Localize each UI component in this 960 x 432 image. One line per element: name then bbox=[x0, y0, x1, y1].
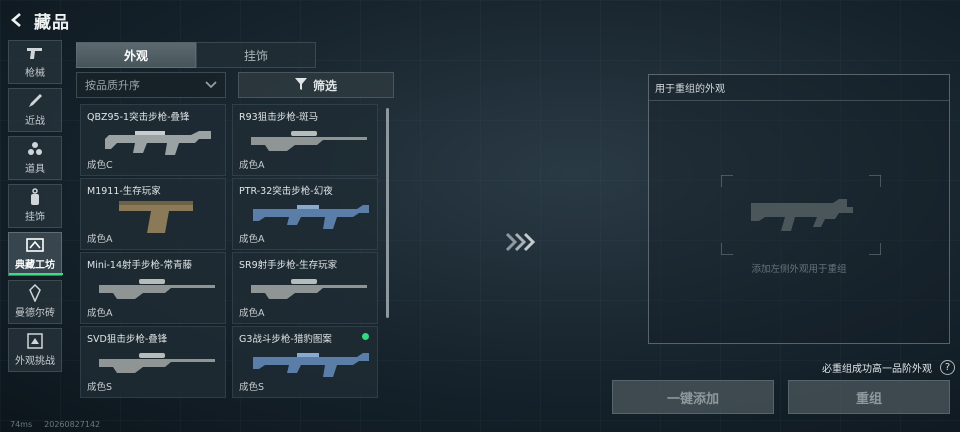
grenade-icon bbox=[26, 141, 44, 157]
sort-label: 按品质升序 bbox=[85, 79, 140, 92]
one-click-add-button[interactable]: 一键添加 bbox=[612, 380, 774, 414]
collection-item-card[interactable]: M1911-生存玩家 成色A bbox=[80, 178, 226, 250]
knife-icon bbox=[26, 93, 44, 109]
collection-item-card[interactable]: G3战斗步枪-猎豹图案 成色S bbox=[232, 326, 378, 398]
sort-dropdown[interactable]: 按品质升序 bbox=[76, 72, 226, 98]
item-grade: 成色A bbox=[239, 308, 265, 319]
panel-title: 用于重组的外观 bbox=[649, 75, 949, 101]
item-grade: 成色S bbox=[239, 382, 265, 393]
forward-arrows-icon bbox=[505, 232, 537, 252]
weapon-image bbox=[95, 121, 221, 161]
tab-bar: 外观 挂饰 bbox=[76, 42, 316, 68]
new-indicator-dot bbox=[362, 333, 369, 340]
weapon-image bbox=[247, 269, 373, 309]
nav-item-mandel-brick[interactable]: 曼德尔砖 bbox=[8, 280, 62, 324]
back-arrow-icon[interactable] bbox=[8, 11, 26, 29]
nav-item-melee[interactable]: 近战 bbox=[8, 88, 62, 132]
brick-icon bbox=[26, 284, 44, 302]
reforge-note: 必重组成功高一品阶外观 ? bbox=[822, 360, 955, 375]
category-nav: 枪械 近战 道具 挂饰 典藏工坊 曼德尔砖 外观挑战 bbox=[8, 40, 64, 376]
drop-slot[interactable] bbox=[720, 174, 882, 256]
weapon-image bbox=[95, 269, 221, 309]
item-grid: QBZ95-1突击步枪-叠锋 成色C R93狙击步枪-斑马 成色A M1911-生存玩家… bbox=[80, 104, 394, 432]
nav-item-challenge[interactable]: 外观挑战 bbox=[8, 328, 62, 372]
tab-appearance[interactable]: 外观 bbox=[76, 42, 196, 68]
filter-icon bbox=[294, 77, 307, 93]
nav-label: 近战 bbox=[25, 116, 45, 127]
collection-item-card[interactable]: SR9射手步枪-生存玩家 成色A bbox=[232, 252, 378, 324]
item-grade: 成色A bbox=[87, 308, 113, 319]
nav-item-workshop[interactable]: 典藏工坊 bbox=[8, 232, 63, 276]
help-icon[interactable]: ? bbox=[940, 360, 955, 375]
note-text: 必重组成功高一品阶外观 bbox=[822, 364, 932, 375]
charm-icon bbox=[26, 188, 44, 205]
item-grade: 成色S bbox=[87, 382, 113, 393]
weapon-image bbox=[95, 195, 221, 235]
status-bar: 74ms 20260827142 bbox=[10, 420, 100, 429]
header: 藏品 bbox=[8, 6, 70, 34]
ping-text: 74ms bbox=[10, 420, 33, 429]
challenge-icon bbox=[26, 333, 44, 349]
item-grade: 成色C bbox=[87, 160, 113, 171]
pistol-icon bbox=[26, 45, 44, 61]
item-grade: 成色A bbox=[239, 234, 265, 245]
workshop-icon bbox=[26, 237, 44, 253]
chevron-down-icon bbox=[205, 79, 217, 92]
item-grade: 成色A bbox=[87, 234, 113, 245]
reforge-panel: 用于重组的外观 添加左侧外观用于重组 bbox=[648, 74, 950, 344]
nav-label: 挂饰 bbox=[25, 212, 45, 223]
nav-item-charms[interactable]: 挂饰 bbox=[8, 184, 62, 228]
item-grade: 成色A bbox=[239, 160, 265, 171]
filter-button[interactable]: 筛选 bbox=[238, 72, 394, 98]
nav-label: 枪械 bbox=[25, 68, 45, 79]
panel-hint: 添加左侧外观用于重组 bbox=[751, 264, 847, 275]
collection-item-card[interactable]: SVD狙击步枪-叠锋 成色S bbox=[80, 326, 226, 398]
scrollbar[interactable] bbox=[386, 108, 389, 318]
nav-item-items[interactable]: 道具 bbox=[8, 136, 62, 180]
weapon-image bbox=[95, 343, 221, 383]
page-title: 藏品 bbox=[34, 12, 70, 33]
reforge-button[interactable]: 重组 bbox=[788, 380, 950, 414]
filter-label: 筛选 bbox=[312, 78, 337, 93]
active-indicator bbox=[9, 273, 63, 275]
weapon-image bbox=[247, 195, 373, 235]
weapon-image bbox=[247, 343, 373, 383]
weapon-image bbox=[247, 121, 373, 161]
nav-label: 曼德尔砖 bbox=[15, 308, 55, 319]
tab-charms[interactable]: 挂饰 bbox=[196, 42, 316, 68]
build-text: 20260827142 bbox=[44, 420, 101, 429]
collection-item-card[interactable]: PTR-32突击步枪-幻夜 成色A bbox=[232, 178, 378, 250]
collection-item-card[interactable]: QBZ95-1突击步枪-叠锋 成色C bbox=[80, 104, 226, 176]
nav-label: 外观挑战 bbox=[15, 356, 55, 367]
nav-label: 典藏工坊 bbox=[15, 260, 55, 271]
nav-label: 道具 bbox=[25, 164, 45, 175]
collection-item-card[interactable]: Mini-14射手步枪-常青藤 成色A bbox=[80, 252, 226, 324]
collection-item-card[interactable]: R93狙击步枪-斑马 成色A bbox=[232, 104, 378, 176]
nav-item-guns[interactable]: 枪械 bbox=[8, 40, 62, 84]
